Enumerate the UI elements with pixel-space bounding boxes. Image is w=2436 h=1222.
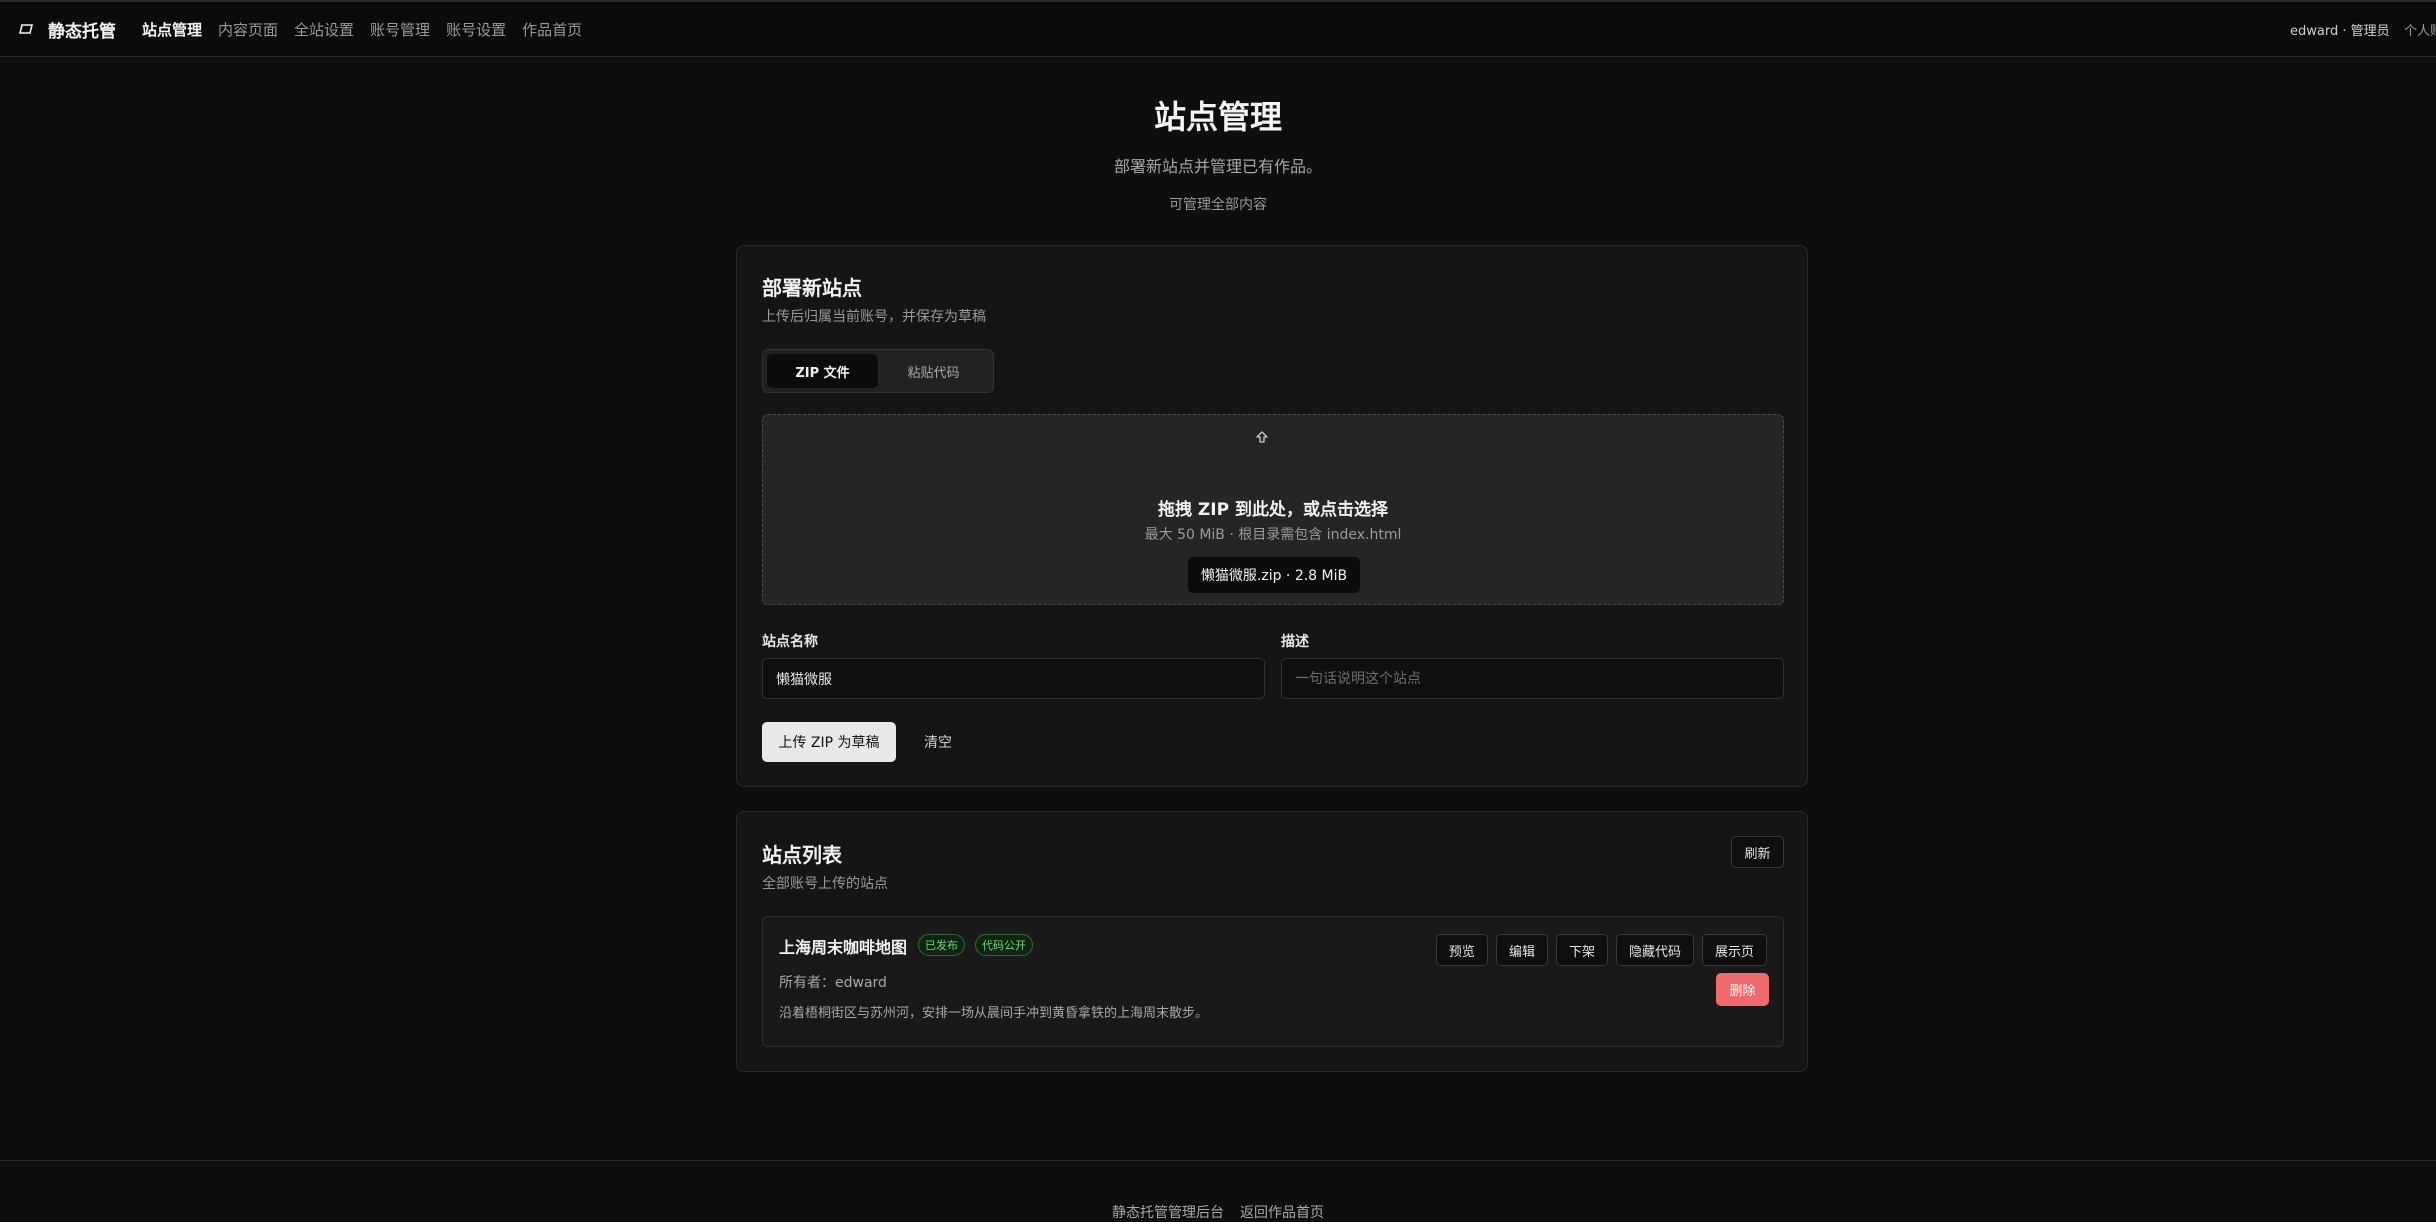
zip-dropzone[interactable]: 拖拽 ZIP 到此处，或点击选择 最大 50 MiB · 根目录需包含 inde… bbox=[762, 414, 1784, 605]
logo-icon bbox=[16, 22, 36, 36]
dropzone-title: 拖拽 ZIP 到此处，或点击选择 bbox=[1158, 500, 1388, 520]
upload-icon bbox=[1254, 430, 1270, 446]
nav-item-works-home[interactable]: 作品首页 bbox=[522, 19, 582, 40]
page-title: 站点管理 bbox=[1153, 98, 1282, 136]
tab-paste-code[interactable]: 粘贴代码 bbox=[878, 354, 989, 388]
status-badge-published: 已发布 bbox=[918, 934, 965, 956]
description-input[interactable] bbox=[1281, 658, 1784, 699]
upload-mode-tabs: ZIP 文件 粘贴代码 bbox=[762, 349, 994, 393]
nav-item-account-management[interactable]: 账号管理 bbox=[370, 19, 430, 40]
nav-item-site-management[interactable]: 站点管理 bbox=[142, 19, 202, 40]
showcase-page-button[interactable]: 展示页 bbox=[1701, 934, 1767, 966]
clear-button[interactable]: 清空 bbox=[908, 722, 968, 762]
footer: 静态托管管理后台 返回作品首页 bbox=[0, 1160, 2436, 1222]
deploy-title: 部署新站点 bbox=[762, 276, 862, 300]
profile-link[interactable]: 个人账 bbox=[2404, 2, 2436, 57]
site-name-label: 站点名称 bbox=[762, 634, 818, 650]
site-name: 上海周末咖啡地图 bbox=[779, 938, 908, 957]
user-info: edward · 管理员 bbox=[2290, 24, 2390, 39]
page-subtitle: 部署新站点并管理已有作品。 bbox=[1113, 157, 1322, 176]
site-list-title: 站点列表 bbox=[762, 843, 842, 867]
refresh-button[interactable]: 刷新 bbox=[1731, 836, 1784, 868]
delete-button[interactable]: 删除 bbox=[1716, 973, 1769, 1006]
site-name-input[interactable] bbox=[762, 658, 1265, 699]
preview-button[interactable]: 预览 bbox=[1435, 934, 1488, 966]
hide-code-button[interactable]: 隐藏代码 bbox=[1615, 934, 1694, 966]
list-item: 上海周末咖啡地图 已发布 代码公开 所有者：edward 沿着梧桐街区与苏州河，… bbox=[762, 916, 1784, 1047]
upload-draft-button[interactable]: 上传 ZIP 为草稿 bbox=[762, 722, 896, 762]
footer-link-works-home[interactable]: 返回作品首页 bbox=[1240, 1202, 1324, 1222]
selected-file-chip: 懒猫微服.zip · 2.8 MiB bbox=[1188, 557, 1360, 593]
deploy-card: 部署新站点 上传后归属当前账号，并保存为草稿 ZIP 文件 粘贴代码 拖拽 ZI… bbox=[736, 245, 1808, 787]
nav-item-global-settings[interactable]: 全站设置 bbox=[294, 19, 354, 40]
tab-zip-file[interactable]: ZIP 文件 bbox=[767, 354, 878, 388]
site-list-subtitle: 全部账号上传的站点 bbox=[762, 876, 888, 892]
status-badge-code-public: 代码公开 bbox=[975, 934, 1033, 956]
site-list-card: 站点列表 全部账号上传的站点 刷新 上海周末咖啡地图 已发布 代码公开 所有者：… bbox=[736, 811, 1808, 1072]
nav-item-content-pages[interactable]: 内容页面 bbox=[218, 19, 278, 40]
unpublish-button[interactable]: 下架 bbox=[1555, 934, 1608, 966]
deploy-subtitle: 上传后归属当前账号，并保存为草稿 bbox=[762, 309, 986, 325]
site-actions: 预览 编辑 下架 隐藏代码 展示页 bbox=[1435, 934, 1767, 966]
dropzone-hint: 最大 50 MiB · 根目录需包含 index.html bbox=[1144, 527, 1402, 543]
description-label: 描述 bbox=[1281, 634, 1309, 650]
footer-link-admin[interactable]: 静态托管管理后台 bbox=[1112, 1202, 1224, 1222]
nav-item-account-settings[interactable]: 账号设置 bbox=[446, 19, 506, 40]
permission-note: 可管理全部内容 bbox=[1169, 197, 1267, 213]
brand-name: 静态托管 bbox=[48, 21, 116, 42]
site-owner: 所有者：edward bbox=[779, 975, 887, 991]
site-description: 沿着梧桐街区与苏州河，安排一场从晨间手冲到黄昏拿铁的上海周末散步。 bbox=[779, 1006, 1209, 1021]
top-navbar: 静态托管 站点管理 内容页面 全站设置 账号管理 账号设置 作品首页 edwar… bbox=[0, 0, 2436, 57]
main-nav: 站点管理 内容页面 全站设置 账号管理 账号设置 作品首页 bbox=[142, 19, 582, 40]
edit-button[interactable]: 编辑 bbox=[1495, 934, 1548, 966]
